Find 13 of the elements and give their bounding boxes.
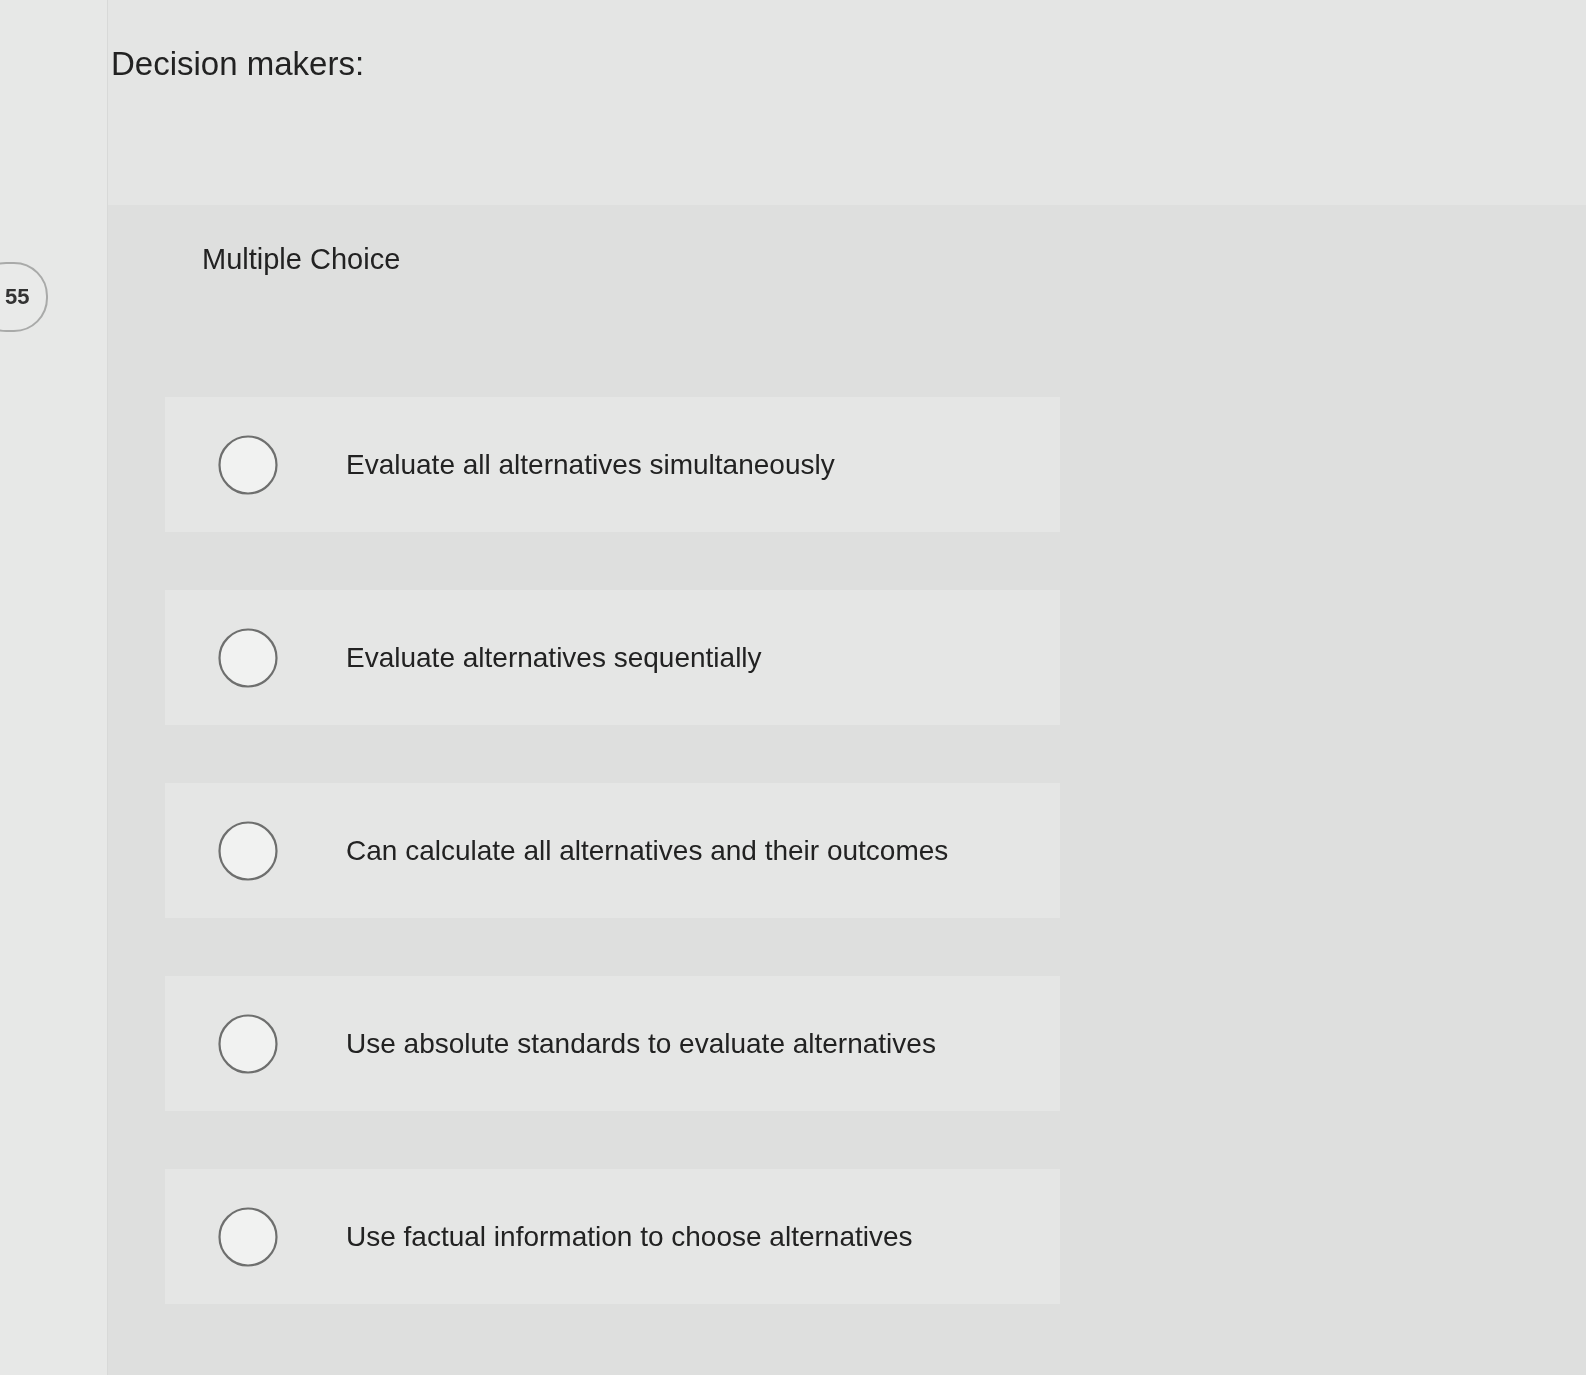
radio-icon[interactable] bbox=[218, 820, 278, 881]
radio-icon[interactable] bbox=[218, 434, 278, 495]
answer-option[interactable]: Can calculate all alternatives and their outcomes bbox=[165, 783, 1060, 918]
question-prompt: Decision makers: bbox=[111, 44, 365, 84]
timer-badge: 55 bbox=[0, 262, 48, 332]
radio-icon[interactable] bbox=[218, 1206, 278, 1267]
radio-icon[interactable] bbox=[218, 1013, 278, 1074]
answer-option[interactable]: Evaluate alternatives sequentially bbox=[165, 590, 1060, 725]
radio-icon[interactable] bbox=[218, 627, 278, 688]
question-type-label: Multiple Choice bbox=[202, 242, 401, 277]
answer-option[interactable]: Use factual information to choose alternatives bbox=[165, 1169, 1060, 1304]
answer-option[interactable]: Evaluate all alternatives simultaneously bbox=[165, 397, 1060, 532]
answer-option[interactable]: Use absolute standards to evaluate alternatives bbox=[165, 976, 1060, 1111]
